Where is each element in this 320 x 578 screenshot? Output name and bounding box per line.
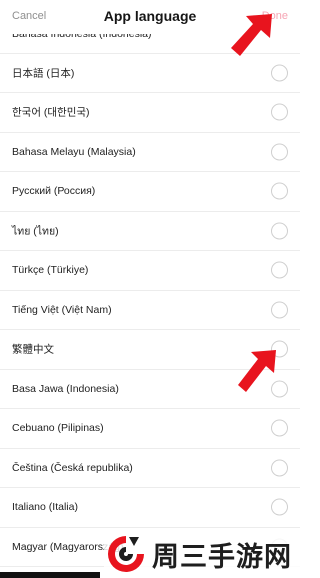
- language-label: Bahasa Melayu (Malaysia): [12, 145, 136, 158]
- language-row[interactable]: 한국어 (대한민국): [0, 93, 300, 133]
- language-list[interactable]: Bahasa Indonesia (Indonesia) 日本語 (日本) 한국…: [0, 14, 300, 567]
- language-label: Tiếng Việt (Việt Nam): [12, 303, 112, 316]
- language-label: Italiano (Italia): [12, 501, 78, 514]
- radio-button[interactable]: [271, 459, 288, 477]
- language-row[interactable]: Tiếng Việt (Việt Nam): [0, 291, 300, 330]
- radio-button[interactable]: [271, 64, 288, 82]
- language-row[interactable]: Čeština (Česká republika): [0, 449, 300, 488]
- language-row[interactable]: Bahasa Melayu (Malaysia): [0, 133, 300, 172]
- radio-button[interactable]: [271, 182, 288, 200]
- language-row[interactable]: Türkçe (Türkiye): [0, 251, 300, 291]
- watermark-logo-icon: [108, 536, 144, 572]
- arrow-annotation-done: [231, 14, 272, 56]
- language-label: Türkçe (Türkiye): [12, 264, 89, 277]
- language-label: 한국어 (대한민국): [12, 106, 90, 119]
- radio-button[interactable]: [271, 498, 288, 516]
- radio-button[interactable]: [271, 419, 288, 437]
- language-row[interactable]: Cebuano (Pilipinas): [0, 409, 300, 449]
- radio-button[interactable]: [271, 103, 288, 121]
- language-row[interactable]: Русский (Россия): [0, 172, 300, 212]
- watermark: 周三手游网: [104, 530, 300, 578]
- radio-button[interactable]: [271, 261, 288, 279]
- radio-button[interactable]: [271, 301, 288, 319]
- watermark-text: 周三手游网: [152, 541, 292, 573]
- language-label: Cebuano (Pilipinas): [12, 422, 104, 435]
- bottom-edge-bar: [0, 572, 100, 578]
- language-label: 繁體中文: [12, 343, 54, 356]
- radio-button[interactable]: [271, 222, 288, 240]
- app-language-screen: Bahasa Indonesia (Indonesia) 日本語 (日本) 한국…: [0, 0, 300, 578]
- language-label: ไทย (ไทย): [12, 225, 59, 238]
- language-label: Basa Jawa (Indonesia): [12, 382, 119, 395]
- language-label: Čeština (Česká republika): [12, 461, 133, 474]
- language-row[interactable]: Italiano (Italia): [0, 488, 300, 528]
- language-label: 日本語 (日本): [12, 67, 75, 80]
- language-label: Русский (Россия): [12, 185, 96, 198]
- radio-button[interactable]: [271, 143, 288, 161]
- arrow-annotation-row: [238, 350, 276, 392]
- language-row[interactable]: ไทย (ไทย): [0, 212, 300, 251]
